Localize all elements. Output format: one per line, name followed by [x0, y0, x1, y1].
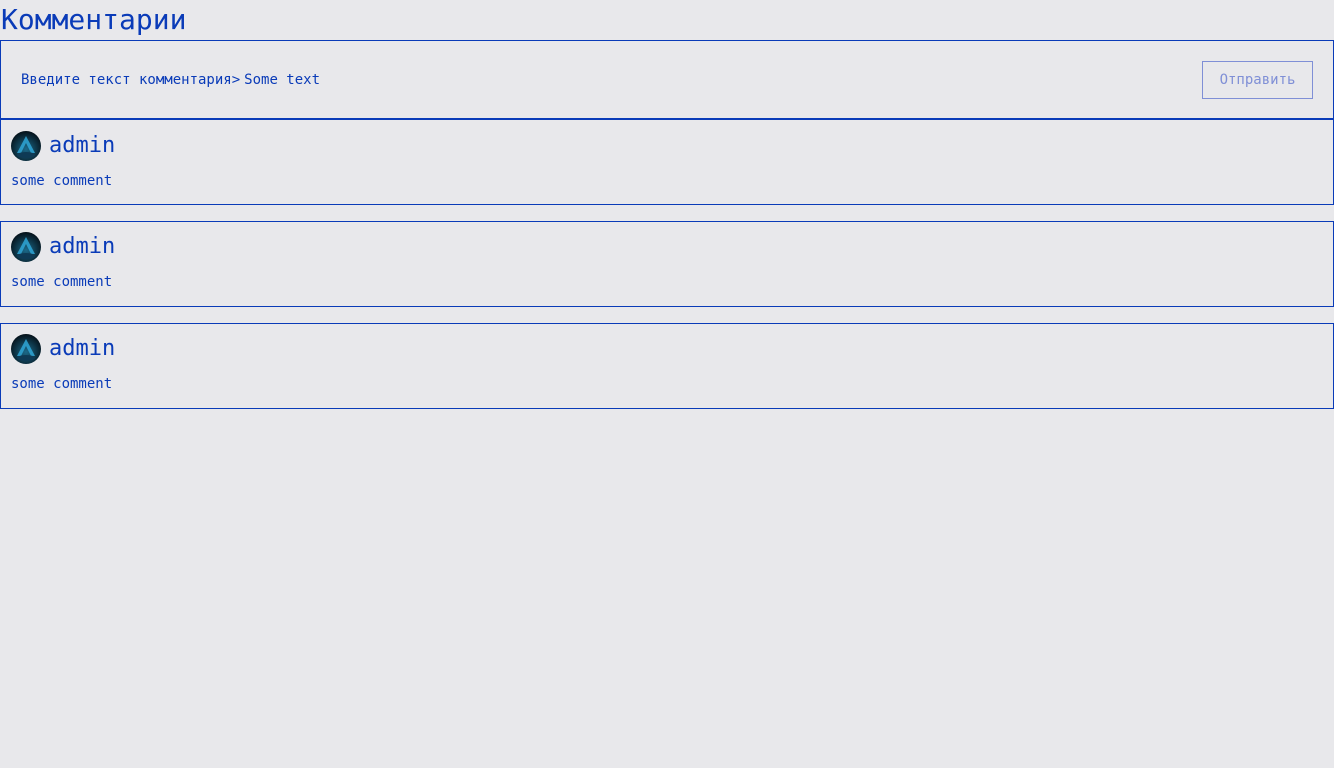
- comment-input-label: Введите текст комментария: [21, 71, 232, 88]
- comment-author[interactable]: admin: [49, 232, 115, 262]
- comment-item: admin some comment: [0, 221, 1334, 307]
- comment-author[interactable]: admin: [49, 334, 115, 364]
- comment-text: some comment: [11, 173, 113, 189]
- page-title: Комментарии: [1, 3, 187, 36]
- comment-input[interactable]: [244, 69, 1202, 90]
- comment-author[interactable]: admin: [49, 131, 115, 161]
- avatar-icon[interactable]: [11, 334, 41, 364]
- comment-header: admin: [11, 232, 1323, 262]
- comment-form: Введите текст комментария > Отправить: [0, 40, 1334, 120]
- comments-list: admin some comment admin some comment ad…: [0, 120, 1334, 409]
- page: Комментарии Введите текст комментария > …: [0, 0, 1334, 768]
- avatar-icon[interactable]: [11, 232, 41, 262]
- avatar-icon[interactable]: [11, 131, 41, 161]
- input-prompt-symbol: >: [231, 71, 241, 88]
- comment-item: admin some comment: [0, 323, 1334, 409]
- send-button[interactable]: Отправить: [1202, 60, 1313, 99]
- comment-header: admin: [11, 131, 1323, 161]
- comment-text: some comment: [11, 376, 113, 392]
- comment-header: admin: [11, 334, 1323, 364]
- comment-text: some comment: [11, 274, 113, 290]
- comment-item: admin some comment: [0, 120, 1334, 205]
